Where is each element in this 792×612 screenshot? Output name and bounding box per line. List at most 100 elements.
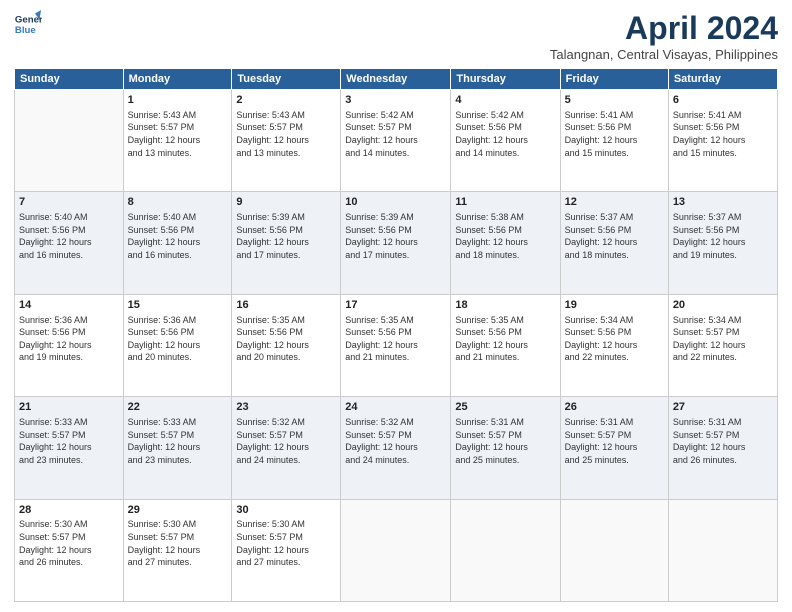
table-row: [341, 499, 451, 601]
table-row: [451, 499, 560, 601]
day-number: 4: [455, 93, 555, 108]
day-number: 11: [455, 195, 555, 210]
day-info: Sunrise: 5:36 AM Sunset: 5:56 PM Dayligh…: [19, 314, 119, 364]
day-number: 18: [455, 298, 555, 313]
col-sunday: Sunday: [15, 69, 124, 90]
day-number: 9: [236, 195, 336, 210]
day-number: 6: [673, 93, 773, 108]
calendar-table: Sunday Monday Tuesday Wednesday Thursday…: [14, 68, 778, 602]
day-info: Sunrise: 5:35 AM Sunset: 5:56 PM Dayligh…: [455, 314, 555, 364]
day-info: Sunrise: 5:39 AM Sunset: 5:56 PM Dayligh…: [236, 211, 336, 261]
day-number: 23: [236, 400, 336, 415]
calendar-week-row: 21Sunrise: 5:33 AM Sunset: 5:57 PM Dayli…: [15, 397, 778, 499]
table-row: 8Sunrise: 5:40 AM Sunset: 5:56 PM Daylig…: [123, 192, 232, 294]
day-number: 2: [236, 93, 336, 108]
table-row: 12Sunrise: 5:37 AM Sunset: 5:56 PM Dayli…: [560, 192, 668, 294]
col-saturday: Saturday: [668, 69, 777, 90]
table-row: 11Sunrise: 5:38 AM Sunset: 5:56 PM Dayli…: [451, 192, 560, 294]
day-number: 21: [19, 400, 119, 415]
table-row: 6Sunrise: 5:41 AM Sunset: 5:56 PM Daylig…: [668, 90, 777, 192]
day-info: Sunrise: 5:31 AM Sunset: 5:57 PM Dayligh…: [455, 416, 555, 466]
day-info: Sunrise: 5:37 AM Sunset: 5:56 PM Dayligh…: [673, 211, 773, 261]
calendar-week-row: 1Sunrise: 5:43 AM Sunset: 5:57 PM Daylig…: [15, 90, 778, 192]
calendar-week-row: 28Sunrise: 5:30 AM Sunset: 5:57 PM Dayli…: [15, 499, 778, 601]
table-row: 28Sunrise: 5:30 AM Sunset: 5:57 PM Dayli…: [15, 499, 124, 601]
header: GeneralBlue April 2024 Talangnan, Centra…: [14, 10, 778, 62]
day-info: Sunrise: 5:39 AM Sunset: 5:56 PM Dayligh…: [345, 211, 446, 261]
day-info: Sunrise: 5:31 AM Sunset: 5:57 PM Dayligh…: [673, 416, 773, 466]
day-number: 29: [128, 503, 228, 518]
calendar-header-row: Sunday Monday Tuesday Wednesday Thursday…: [15, 69, 778, 90]
day-info: Sunrise: 5:32 AM Sunset: 5:57 PM Dayligh…: [345, 416, 446, 466]
svg-text:Blue: Blue: [15, 25, 36, 36]
day-info: Sunrise: 5:34 AM Sunset: 5:57 PM Dayligh…: [673, 314, 773, 364]
day-number: 13: [673, 195, 773, 210]
day-info: Sunrise: 5:42 AM Sunset: 5:56 PM Dayligh…: [455, 109, 555, 159]
table-row: 16Sunrise: 5:35 AM Sunset: 5:56 PM Dayli…: [232, 294, 341, 396]
day-number: 12: [565, 195, 664, 210]
day-info: Sunrise: 5:31 AM Sunset: 5:57 PM Dayligh…: [565, 416, 664, 466]
table-row: [668, 499, 777, 601]
table-row: 2Sunrise: 5:43 AM Sunset: 5:57 PM Daylig…: [232, 90, 341, 192]
table-row: 18Sunrise: 5:35 AM Sunset: 5:56 PM Dayli…: [451, 294, 560, 396]
logo: GeneralBlue: [14, 10, 42, 38]
day-number: 20: [673, 298, 773, 313]
table-row: 27Sunrise: 5:31 AM Sunset: 5:57 PM Dayli…: [668, 397, 777, 499]
day-info: Sunrise: 5:30 AM Sunset: 5:57 PM Dayligh…: [128, 518, 228, 568]
table-row: 13Sunrise: 5:37 AM Sunset: 5:56 PM Dayli…: [668, 192, 777, 294]
calendar-week-row: 7Sunrise: 5:40 AM Sunset: 5:56 PM Daylig…: [15, 192, 778, 294]
table-row: 29Sunrise: 5:30 AM Sunset: 5:57 PM Dayli…: [123, 499, 232, 601]
location: Talangnan, Central Visayas, Philippines: [550, 47, 778, 62]
day-info: Sunrise: 5:43 AM Sunset: 5:57 PM Dayligh…: [236, 109, 336, 159]
col-wednesday: Wednesday: [341, 69, 451, 90]
day-number: 27: [673, 400, 773, 415]
table-row: 5Sunrise: 5:41 AM Sunset: 5:56 PM Daylig…: [560, 90, 668, 192]
day-number: 25: [455, 400, 555, 415]
col-tuesday: Tuesday: [232, 69, 341, 90]
day-info: Sunrise: 5:40 AM Sunset: 5:56 PM Dayligh…: [19, 211, 119, 261]
table-row: [15, 90, 124, 192]
table-row: 14Sunrise: 5:36 AM Sunset: 5:56 PM Dayli…: [15, 294, 124, 396]
table-row: [560, 499, 668, 601]
table-row: 4Sunrise: 5:42 AM Sunset: 5:56 PM Daylig…: [451, 90, 560, 192]
day-info: Sunrise: 5:34 AM Sunset: 5:56 PM Dayligh…: [565, 314, 664, 364]
day-number: 5: [565, 93, 664, 108]
table-row: 21Sunrise: 5:33 AM Sunset: 5:57 PM Dayli…: [15, 397, 124, 499]
day-info: Sunrise: 5:36 AM Sunset: 5:56 PM Dayligh…: [128, 314, 228, 364]
day-info: Sunrise: 5:30 AM Sunset: 5:57 PM Dayligh…: [19, 518, 119, 568]
table-row: 7Sunrise: 5:40 AM Sunset: 5:56 PM Daylig…: [15, 192, 124, 294]
day-info: Sunrise: 5:42 AM Sunset: 5:57 PM Dayligh…: [345, 109, 446, 159]
table-row: 17Sunrise: 5:35 AM Sunset: 5:56 PM Dayli…: [341, 294, 451, 396]
day-info: Sunrise: 5:33 AM Sunset: 5:57 PM Dayligh…: [19, 416, 119, 466]
day-number: 14: [19, 298, 119, 313]
day-number: 16: [236, 298, 336, 313]
day-number: 19: [565, 298, 664, 313]
day-number: 24: [345, 400, 446, 415]
table-row: 1Sunrise: 5:43 AM Sunset: 5:57 PM Daylig…: [123, 90, 232, 192]
day-info: Sunrise: 5:43 AM Sunset: 5:57 PM Dayligh…: [128, 109, 228, 159]
table-row: 25Sunrise: 5:31 AM Sunset: 5:57 PM Dayli…: [451, 397, 560, 499]
day-info: Sunrise: 5:41 AM Sunset: 5:56 PM Dayligh…: [673, 109, 773, 159]
day-number: 30: [236, 503, 336, 518]
calendar-week-row: 14Sunrise: 5:36 AM Sunset: 5:56 PM Dayli…: [15, 294, 778, 396]
day-number: 28: [19, 503, 119, 518]
table-row: 20Sunrise: 5:34 AM Sunset: 5:57 PM Dayli…: [668, 294, 777, 396]
table-row: 15Sunrise: 5:36 AM Sunset: 5:56 PM Dayli…: [123, 294, 232, 396]
table-row: 9Sunrise: 5:39 AM Sunset: 5:56 PM Daylig…: [232, 192, 341, 294]
day-number: 3: [345, 93, 446, 108]
day-number: 7: [19, 195, 119, 210]
table-row: 3Sunrise: 5:42 AM Sunset: 5:57 PM Daylig…: [341, 90, 451, 192]
page: GeneralBlue April 2024 Talangnan, Centra…: [0, 0, 792, 612]
day-number: 26: [565, 400, 664, 415]
day-number: 22: [128, 400, 228, 415]
table-row: 24Sunrise: 5:32 AM Sunset: 5:57 PM Dayli…: [341, 397, 451, 499]
day-info: Sunrise: 5:32 AM Sunset: 5:57 PM Dayligh…: [236, 416, 336, 466]
day-info: Sunrise: 5:38 AM Sunset: 5:56 PM Dayligh…: [455, 211, 555, 261]
col-thursday: Thursday: [451, 69, 560, 90]
day-number: 17: [345, 298, 446, 313]
day-info: Sunrise: 5:37 AM Sunset: 5:56 PM Dayligh…: [565, 211, 664, 261]
day-number: 15: [128, 298, 228, 313]
month-title: April 2024: [550, 10, 778, 47]
col-friday: Friday: [560, 69, 668, 90]
table-row: 22Sunrise: 5:33 AM Sunset: 5:57 PM Dayli…: [123, 397, 232, 499]
